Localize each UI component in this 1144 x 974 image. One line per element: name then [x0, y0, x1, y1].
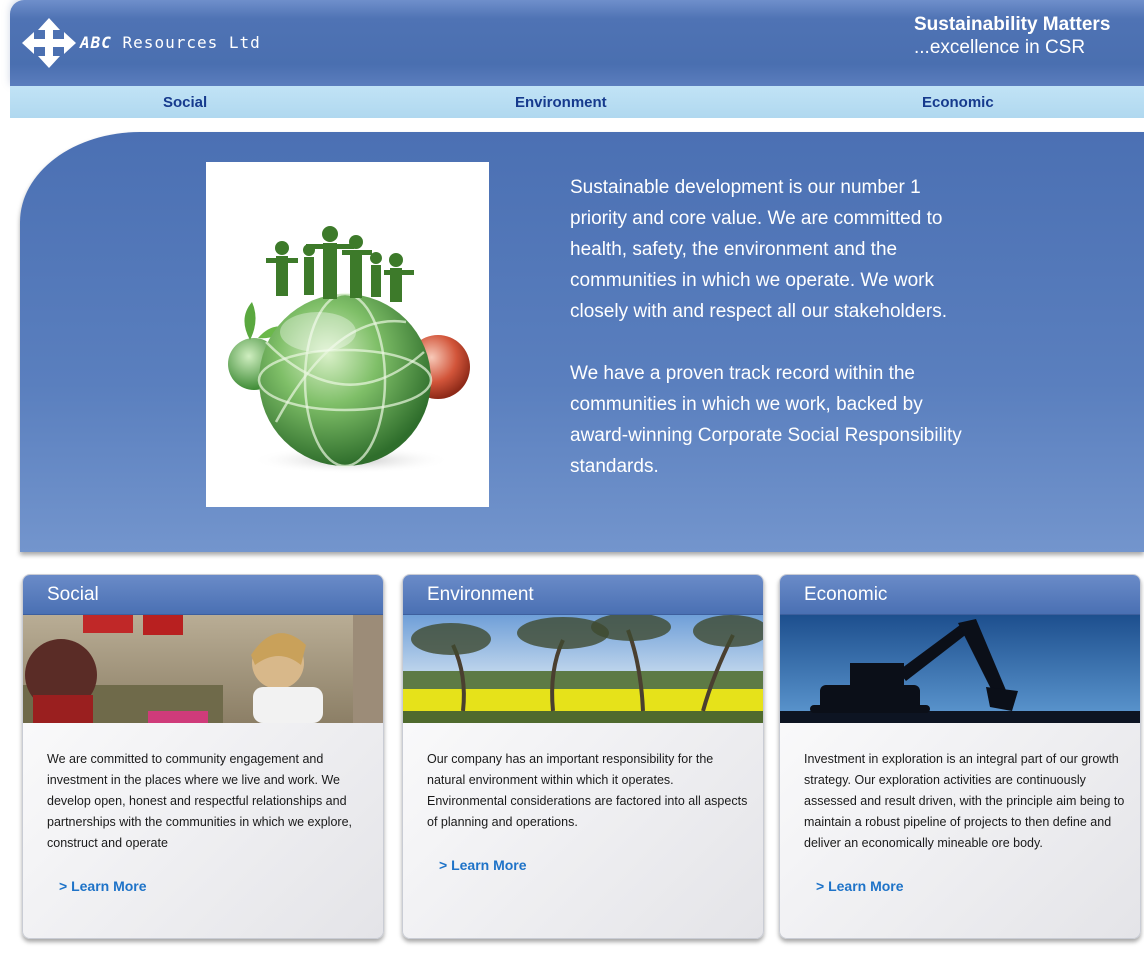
hero-paragraph-1: Sustainable development is our number 1 … [570, 177, 948, 322]
excavator-silhouette-photo [780, 615, 1140, 723]
hero-image [206, 162, 489, 507]
hero-paragraph-2: We have a proven track record within the… [570, 363, 962, 477]
card-title-economic: Economic [780, 575, 1140, 615]
hero-banner: Sustainable development is our number 1 … [20, 132, 1144, 552]
card-body-social: We are committed to community engagement… [23, 723, 383, 898]
main-nav: Social Environment Economic [10, 86, 1144, 118]
learn-more-social-link[interactable]: > Learn More [59, 876, 147, 897]
brand-abbr: ABC [80, 33, 112, 52]
nav-item-economic[interactable]: Economic [922, 94, 994, 111]
children-playing-photo [23, 615, 383, 723]
card-economic: Economic Investment in exploration is an… [779, 574, 1141, 939]
card-text-social: We are committed to community engagement… [47, 752, 352, 850]
brand-name-rest: Resources Ltd [111, 33, 261, 52]
tagline: Sustainability Matters ...excellence in … [914, 14, 1134, 59]
tagline-title: Sustainability Matters [914, 14, 1111, 35]
nav-item-social[interactable]: Social [163, 94, 207, 111]
card-text-economic: Investment in exploration is an integral… [804, 752, 1125, 850]
tagline-subtitle: ...excellence in CSR [914, 37, 1086, 58]
card-social: Social We are committed to community eng… [22, 574, 384, 939]
card-body-economic: Investment in exploration is an integral… [780, 723, 1140, 898]
nav-item-environment[interactable]: Environment [515, 94, 607, 111]
card-title-environment: Environment [403, 575, 763, 615]
four-arrows-logo-icon[interactable] [22, 18, 76, 68]
card-text-environment: Our company has an important responsibil… [427, 752, 748, 829]
eucalyptus-canola-field-photo [403, 615, 763, 723]
site-header: ABC Resources Ltd Sustainability Matters… [10, 0, 1144, 86]
learn-more-environment-link[interactable]: > Learn More [439, 855, 527, 876]
learn-more-economic-link[interactable]: > Learn More [816, 876, 904, 897]
globe-people-icon [228, 226, 470, 474]
hero-text: Sustainable development is our number 1 … [570, 172, 980, 482]
card-body-environment: Our company has an important responsibil… [403, 723, 763, 877]
card-environment: Environment Our company has an important… [402, 574, 764, 939]
card-title-social: Social [23, 575, 383, 615]
brand-name[interactable]: ABC Resources Ltd [80, 33, 261, 52]
